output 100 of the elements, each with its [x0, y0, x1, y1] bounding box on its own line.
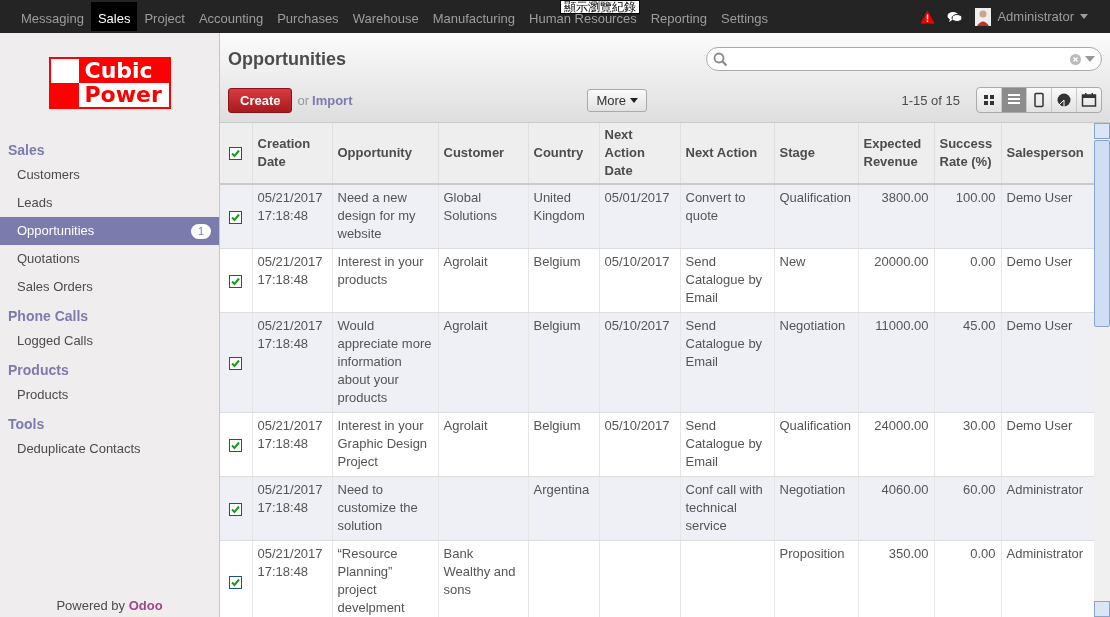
column-header[interactable]: Next Action	[680, 123, 774, 184]
table-cell: Need to customize the solution	[337, 482, 418, 533]
create-button[interactable]: Create	[228, 87, 293, 113]
menu-item[interactable]: Settings	[714, 2, 776, 31]
column-header[interactable]: Success Rate (%)	[934, 123, 1001, 184]
sidebar-heading: Products	[7, 361, 70, 380]
caret-icon[interactable]	[1080, 14, 1088, 19]
table-cell: 05/10/2017	[604, 254, 670, 269]
menu-item[interactable]: Warehouse	[345, 2, 426, 31]
menu-item[interactable]: Purchases	[270, 2, 346, 31]
menu-item[interactable]: Manufacturing	[425, 2, 522, 31]
table-cell: 30.00	[962, 418, 996, 433]
column-header[interactable]: Customer	[438, 123, 528, 184]
table-cell: 05/10/2017	[604, 318, 670, 333]
table-cell: 24000.00	[874, 418, 929, 433]
user-menu[interactable]: Administrator	[997, 9, 1074, 24]
table-cell: 05/21/2017 17:18:48	[257, 482, 323, 515]
table-cell: Need a new design for my website	[337, 190, 416, 241]
sidebar-item[interactable]: Quotations	[0, 245, 219, 273]
list-icon	[1008, 94, 1020, 104]
sidebar-item[interactable]: Customers	[0, 161, 219, 189]
table-cell: 3800.00	[881, 190, 929, 205]
checkbox[interactable]	[229, 356, 243, 370]
table-cell: 05/21/2017 17:18:48	[257, 546, 323, 579]
table-cell: Belgium	[533, 254, 581, 269]
scrollbar[interactable]	[1094, 123, 1110, 617]
menu-item[interactable]: Sales	[90, 2, 138, 31]
table-cell: Administrator	[1006, 482, 1084, 497]
table-cell: Global Solutions	[443, 190, 497, 223]
column-header[interactable]: Opportunity	[332, 123, 438, 184]
table-cell: 11000.00	[875, 318, 929, 333]
table-cell: 05/21/2017 17:18:48	[257, 190, 323, 223]
table-cell: Belgium	[533, 318, 581, 333]
column-header[interactable]: Expected Revenue	[858, 123, 934, 184]
table-cell: Demo User	[1006, 418, 1073, 433]
table-cell: 0.00	[970, 546, 996, 561]
sidebar-item[interactable]: Products	[0, 381, 219, 409]
table-cell: Send Catalogue by Email	[685, 318, 763, 369]
table-cell: Would appreciate more information about your products	[337, 318, 432, 405]
checkbox[interactable]	[229, 210, 243, 224]
more-button[interactable]: More	[587, 88, 648, 112]
pager-text: 1-15 of 15	[901, 92, 960, 108]
table-cell: United Kingdom	[533, 190, 585, 223]
table-cell: Agrolait	[443, 254, 488, 269]
menu-item[interactable]: Accounting	[191, 2, 271, 31]
form-icon	[1034, 92, 1044, 108]
table-cell: 100.00	[955, 190, 996, 205]
table-cell: Belgium	[533, 418, 581, 433]
avatar-icon[interactable]	[975, 7, 992, 26]
calendar-icon	[1081, 93, 1097, 107]
table-cell: 60.00	[962, 482, 996, 497]
menu-item[interactable]: Reporting	[643, 2, 715, 31]
count-badge: 1	[190, 223, 211, 239]
table-cell: Administrator	[1006, 546, 1084, 561]
table-cell: Agrolait	[443, 418, 488, 433]
menu-item[interactable]: Project	[137, 2, 192, 31]
table-cell: 05/21/2017 17:18:48	[257, 254, 323, 287]
or-text: or	[297, 92, 310, 108]
menu-item[interactable]: Messaging	[14, 2, 91, 31]
checkbox[interactable]	[229, 147, 243, 161]
column-header[interactable]: Next Action Date	[599, 123, 680, 184]
warning-icon[interactable]	[920, 9, 936, 24]
brand-link[interactable]: Odoo	[128, 598, 163, 613]
table-cell: Convert to quote	[685, 190, 746, 223]
sidebar-heading: Sales	[7, 141, 46, 160]
chat-icon[interactable]	[947, 10, 964, 23]
sidebar-item[interactable]: Logged Calls	[0, 327, 219, 355]
caret-icon[interactable]	[1085, 56, 1095, 62]
table-cell: Demo User	[1006, 190, 1073, 205]
checkbox[interactable]	[229, 274, 243, 288]
sidebar-heading: Tools	[7, 415, 46, 434]
table-cell: Demo User	[1006, 254, 1073, 269]
sidebar-item[interactable]: Opportunities 1	[0, 217, 219, 245]
column-header[interactable]: Salesperson	[1001, 123, 1094, 184]
view-switch-button[interactable]	[1001, 88, 1026, 112]
column-header[interactable]: Creation Date	[252, 123, 332, 184]
pie-chart-icon	[1057, 93, 1071, 108]
checkbox[interactable]	[229, 438, 243, 452]
column-header[interactable]: Country	[528, 123, 599, 184]
sidebar-item[interactable]: Deduplicate Contacts	[0, 435, 219, 463]
table-cell: 45.00	[962, 318, 996, 333]
powered-by-text: Powered by Odoo	[55, 598, 164, 615]
table-cell: Qualification	[779, 190, 852, 205]
checkbox[interactable]	[229, 575, 243, 589]
sidebar-item[interactable]: Sales Orders	[0, 273, 219, 301]
search-field[interactable]	[706, 47, 1102, 71]
sidebar-item[interactable]: Leads	[0, 189, 219, 217]
table-cell: Bank Wealthy and sons	[443, 546, 516, 597]
grid-icon	[984, 95, 994, 105]
table-cell: 4060.00	[881, 482, 929, 497]
column-header[interactable]: Stage	[774, 123, 858, 184]
search-icon	[713, 51, 728, 67]
table-cell: “Resource Planning” project develpment	[337, 546, 405, 615]
sidebar-heading: Phone Calls	[7, 307, 90, 326]
checkbox[interactable]	[229, 502, 243, 516]
table-cell: Interest in your Graphic Design Project	[337, 418, 428, 469]
table-cell: Interest in your products	[337, 254, 424, 287]
table-cell: New	[779, 254, 806, 269]
table-cell: Negotiation	[779, 482, 846, 497]
table-cell: Agrolait	[443, 318, 488, 333]
